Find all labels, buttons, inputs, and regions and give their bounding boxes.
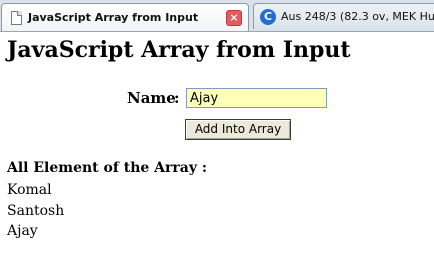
list-item: Santosh [7, 202, 65, 219]
browser-tab-bar: JavaScript Array from Input × C Aus 248/… [0, 0, 434, 32]
cricinfo-c-icon: C [260, 8, 276, 25]
page-icon [11, 10, 22, 25]
tab-title: Aus 248/3 (82.3 ov, MEK Husse [281, 10, 434, 23]
name-colon: : [174, 89, 180, 107]
close-tab-icon[interactable]: × [226, 10, 242, 26]
tab-title: JavaScript Array from Input [28, 11, 199, 24]
array-elements-list: Komal Santosh Ajay [7, 180, 64, 242]
list-item: Komal [7, 182, 52, 198]
array-list-heading: All Element of the Array : [7, 160, 208, 176]
tab-cricket-score[interactable]: C Aus 248/3 (82.3 ov, MEK Husse [253, 3, 434, 29]
list-item: Ajay [7, 223, 38, 239]
name-input[interactable] [186, 88, 327, 108]
page-content: JavaScript Array from Input Name : Add I… [0, 31, 434, 259]
page-title: JavaScript Array from Input [7, 37, 351, 63]
tab-javascript-array[interactable]: JavaScript Array from Input × [1, 3, 249, 31]
add-into-array-button[interactable]: Add Into Array [185, 119, 291, 140]
name-label: Name [127, 89, 176, 107]
